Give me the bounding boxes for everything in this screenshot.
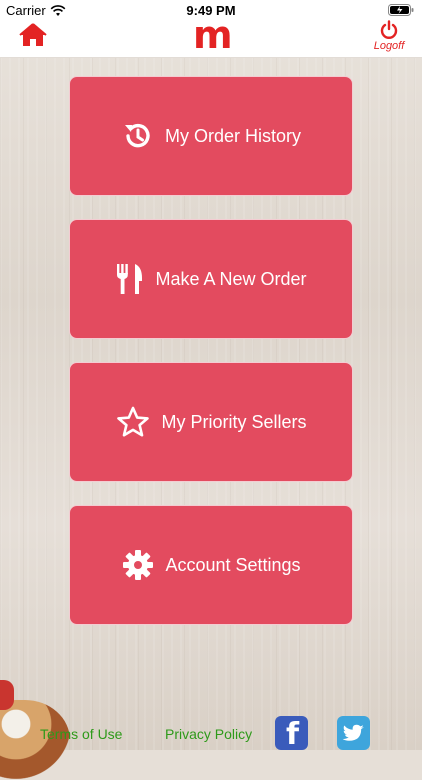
terms-of-use-link[interactable]: Terms of Use xyxy=(40,726,122,742)
logoff-button[interactable]: Logoff xyxy=(366,20,412,56)
new-order-label: Make A New Order xyxy=(155,268,307,289)
facebook-icon[interactable]: f xyxy=(275,716,308,752)
facebook-glyph: f xyxy=(286,717,300,752)
battery-icon xyxy=(388,4,414,16)
logoff-label: Logoff xyxy=(373,40,405,52)
account-settings-button[interactable]: Account Settings xyxy=(69,505,353,625)
app-logo: m xyxy=(193,13,233,57)
account-settings-label: Account Settings xyxy=(165,554,301,575)
tomato-decoration xyxy=(0,680,14,710)
order-history-button[interactable]: My Order History xyxy=(69,76,353,196)
twitter-icon[interactable] xyxy=(337,716,370,750)
fork-knife-icon xyxy=(117,264,143,294)
top-navigation-bar: m Logoff xyxy=(0,13,422,58)
privacy-policy-link[interactable]: Privacy Policy xyxy=(165,726,252,742)
power-icon xyxy=(380,20,398,39)
history-icon xyxy=(124,123,150,148)
home-icon[interactable] xyxy=(18,22,48,48)
gear-icon xyxy=(123,550,154,580)
new-order-button[interactable]: Make A New Order xyxy=(69,219,353,339)
priority-sellers-button[interactable]: My Priority Sellers xyxy=(69,362,353,482)
twitter-bird-glyph xyxy=(342,724,364,741)
order-history-label: My Order History xyxy=(164,125,301,146)
star-icon xyxy=(117,406,150,437)
priority-sellers-label: My Priority Sellers xyxy=(161,411,307,432)
